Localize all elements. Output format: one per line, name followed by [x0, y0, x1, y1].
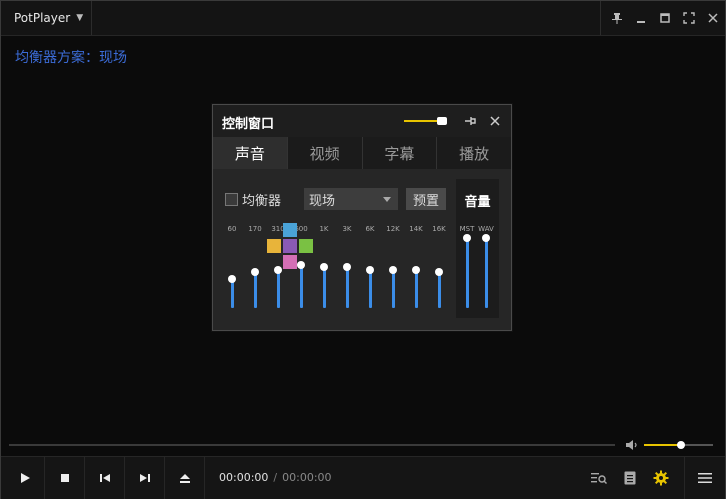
close-icon[interactable] — [487, 113, 503, 129]
next-button[interactable] — [125, 457, 165, 499]
document-icon — [624, 471, 636, 485]
tab-playback[interactable]: 播放 — [436, 137, 511, 169]
eq-band-14k-label: 14K — [409, 225, 423, 233]
previous-button[interactable] — [85, 457, 125, 499]
eq-band-3k-slider[interactable] — [345, 267, 349, 308]
eject-icon — [179, 474, 190, 483]
eq-band-600-slider[interactable] — [299, 264, 303, 308]
control-window-header: 控制窗口 — [213, 105, 511, 137]
main-menu-button[interactable] — [690, 457, 720, 499]
eq-band-16k-label: 16K — [432, 225, 446, 233]
stop-icon — [60, 474, 69, 482]
eq-band-170-slider[interactable] — [253, 271, 257, 308]
fullscreen-icon[interactable] — [677, 1, 701, 35]
eq-band-16k-slider[interactable] — [437, 271, 441, 308]
tab-subtitle[interactable]: 字幕 — [361, 137, 437, 169]
volume-slider-handle[interactable] — [677, 441, 685, 449]
equalizer-preset-title: 均衡器方案：现场 — [15, 50, 127, 66]
eq-band-12k-slider-handle[interactable] — [389, 265, 397, 274]
volume-mst-slider-handle[interactable] — [463, 234, 471, 242]
tab-audio[interactable]: 声音 — [213, 137, 287, 169]
preset-dropdown-value: 现场 — [309, 193, 336, 209]
eq-band-14k-slider[interactable] — [414, 269, 418, 308]
opacity-slider-handle[interactable] — [437, 117, 448, 125]
equalizer-checkbox-label: 均衡器 — [242, 194, 282, 209]
list-search-icon — [591, 473, 607, 484]
hamburger-menu-icon — [698, 473, 712, 483]
minimize-icon[interactable] — [629, 1, 653, 35]
preset-dropdown[interactable]: 现场 — [304, 188, 398, 210]
title-bar: PotPlayer ▼ — [1, 1, 725, 36]
eq-band-310-slider[interactable] — [276, 269, 280, 308]
eq-band-170-slider-handle[interactable] — [251, 267, 259, 276]
eq-band-60-slider-handle[interactable] — [228, 274, 236, 283]
pin-icon[interactable] — [462, 113, 478, 129]
eq-band-12k-label: 12K — [386, 225, 400, 233]
eq-band-3k-label: 3K — [342, 225, 352, 233]
eq-band-14k-slider-handle[interactable] — [412, 265, 420, 274]
dropdown-arrow-icon — [383, 197, 391, 202]
opacity-slider[interactable] — [404, 120, 442, 122]
chevron-down-icon: ▼ — [76, 13, 84, 23]
eq-band-1k-slider[interactable] — [322, 267, 326, 308]
speaker-icon[interactable] — [625, 438, 641, 452]
control-tabs: 声音 视频 字幕 播放 — [213, 137, 511, 169]
stop-button[interactable] — [45, 457, 85, 499]
equalizer-checkbox[interactable]: 均衡器 — [225, 190, 281, 209]
current-time: 00:00:00 — [219, 471, 269, 484]
play-button[interactable] — [5, 457, 45, 499]
playback-controls: 00:00:00 / 00:00:00 — [1, 456, 725, 499]
eject-button[interactable] — [165, 457, 205, 499]
tab-video[interactable]: 视频 — [286, 137, 362, 169]
preset-button[interactable]: 预置 — [406, 188, 446, 210]
watermark-logo-icon — [267, 223, 313, 269]
close-icon[interactable] — [701, 1, 725, 35]
eq-band-12k-slider[interactable] — [391, 269, 395, 308]
gear-icon — [653, 470, 669, 486]
volume-wav-label: WAV — [478, 225, 494, 233]
app-name: PotPlayer — [14, 11, 71, 25]
playlist-search-button[interactable] — [584, 457, 614, 499]
volume-slider-track[interactable] — [681, 444, 713, 446]
eq-band-6k-slider[interactable] — [368, 269, 372, 308]
player-window: PotPlayer ▼ 均衡器方案：现场 控制窗口 声音 视频 字幕 播放 均衡… — [0, 0, 726, 499]
playlist-button[interactable] — [615, 457, 645, 499]
eq-band-6k-label: 6K — [365, 225, 375, 233]
eq-band-1k-slider-handle[interactable] — [320, 263, 328, 272]
pin-icon[interactable] — [605, 1, 629, 35]
seek-bar[interactable] — [9, 444, 615, 446]
time-display: 00:00:00 / 00:00:00 — [219, 471, 332, 484]
eq-band-16k-slider-handle[interactable] — [435, 267, 443, 276]
eq-band-60-slider[interactable] — [230, 278, 234, 308]
app-menu-button[interactable]: PotPlayer ▼ — [1, 1, 92, 35]
eq-band-170-label: 170 — [248, 225, 262, 233]
eq-band-60-label: 60 — [227, 225, 237, 233]
volume-section: 音量 — [456, 179, 499, 318]
control-window-button[interactable] — [646, 457, 676, 499]
play-icon — [20, 473, 30, 483]
time-separator: / — [273, 471, 278, 484]
control-window-title: 控制窗口 — [222, 117, 275, 132]
volume-slider-fill[interactable] — [644, 444, 681, 446]
control-window: 控制窗口 声音 视频 字幕 播放 均衡器 现场 预置 音量 60 170 310… — [212, 104, 512, 331]
next-icon — [139, 474, 150, 482]
previous-icon — [99, 474, 110, 482]
eq-band-3k-slider-handle[interactable] — [343, 263, 351, 272]
total-duration: 00:00:00 — [282, 471, 332, 484]
eq-band-1k-label: 1K — [319, 225, 329, 233]
maximize-icon[interactable] — [653, 1, 677, 35]
window-controls — [600, 1, 725, 35]
volume-mst-slider[interactable] — [465, 238, 469, 308]
volume-wav-slider[interactable] — [484, 238, 488, 308]
eq-band-6k-slider-handle[interactable] — [366, 265, 374, 274]
volume-title: 音量 — [464, 195, 491, 210]
checkbox-box[interactable] — [225, 193, 238, 206]
volume-wav-slider-handle[interactable] — [482, 234, 490, 242]
